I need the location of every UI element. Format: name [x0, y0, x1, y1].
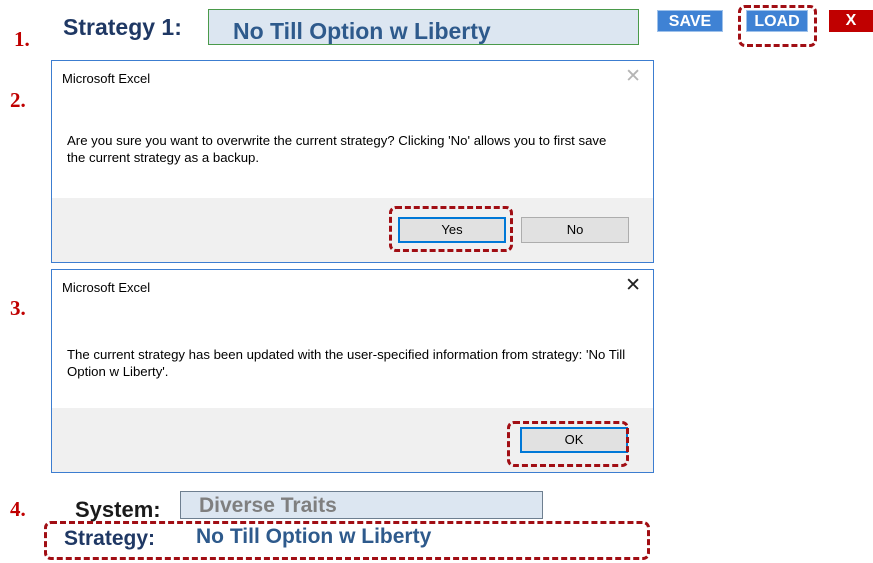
dialog-title: Microsoft Excel — [62, 280, 151, 295]
dialog-footer: Yes No — [52, 198, 653, 262]
close-icon[interactable]: ✕ — [625, 274, 641, 297]
load-button-highlight — [738, 5, 817, 47]
step-number-2: 2. — [10, 88, 26, 112]
result-strategy-highlight — [44, 521, 650, 560]
dialog-title: Microsoft Excel — [62, 71, 151, 86]
confirm-overwrite-dialog: Microsoft Excel ✕ Are you sure you want … — [51, 60, 654, 263]
step-number-4: 4. — [10, 497, 26, 521]
dialog-message: The current strategy has been updated wi… — [67, 347, 626, 379]
strategy-name-field[interactable]: No Till Option w Liberty — [208, 9, 639, 45]
strategy-label: Strategy 1: — [63, 14, 182, 40]
step-number-3: 3. — [10, 296, 26, 320]
system-value: Diverse Traits — [199, 494, 337, 517]
close-icon[interactable]: ✕ — [625, 65, 641, 88]
ok-button-highlight — [507, 421, 629, 467]
save-button[interactable]: SAVE — [657, 10, 723, 32]
system-field[interactable]: Diverse Traits — [180, 491, 543, 519]
close-strategy-button[interactable]: X — [829, 10, 873, 32]
yes-button-highlight — [389, 206, 513, 252]
step-number-1: 1. — [14, 27, 30, 51]
strategy-name-value: No Till Option w Liberty — [233, 18, 491, 44]
dialog-message: Are you sure you want to overwrite the c… — [67, 133, 607, 165]
no-button[interactable]: No — [521, 217, 629, 243]
system-label: System: — [75, 497, 161, 522]
